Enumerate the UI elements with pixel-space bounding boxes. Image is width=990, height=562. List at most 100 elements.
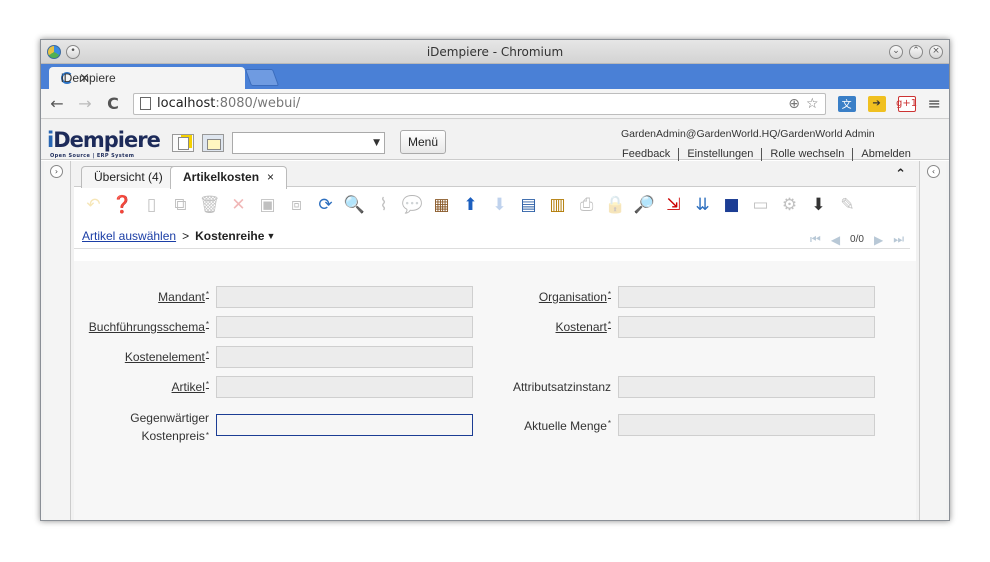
expand-right-icon[interactable]: ‹ [927,165,940,178]
refresh-icon[interactable]: ⟳ [314,194,337,217]
translate-extension-icon[interactable]: 文 [837,95,856,112]
gplus-extension-icon[interactable]: g+1 [896,95,917,112]
customize-icon[interactable]: ✎ [836,194,859,217]
buchfuehrungsschema-field[interactable] [216,316,473,338]
previous-record-icon[interactable]: ◀ [831,233,840,247]
change-role-link[interactable]: Rolle wechseln [762,148,854,161]
kostenpreis-input[interactable] [216,414,473,436]
url-host: localhost [157,96,216,111]
chevron-down-icon[interactable]: ▼ [373,138,380,148]
close-window-icon[interactable]: × [929,44,943,59]
kostenart-field[interactable] [618,316,875,338]
tab-artikelkosten[interactable]: Artikelkosten × [170,166,288,189]
app-header: iDempiere Open Source | ERP System ▼ Men… [41,120,949,161]
artikel-label[interactable]: Artikel* [74,380,209,394]
record-pager: ⏮ ◀ 0/0 ▶ ⏭ [810,232,904,247]
export-icon[interactable]: ⇲ [662,194,685,217]
find-icon[interactable]: 🔍 [343,194,366,217]
address-bar[interactable]: localhost:8080/webui/ ⊕ ☆ [133,92,826,115]
mandant-label[interactable]: Mandant* [74,290,209,304]
back-icon[interactable]: ← [49,94,65,113]
next-record-icon[interactable]: ▶ [874,233,883,247]
browser-tab-title: iDempiere [61,71,116,85]
detail-record-icon[interactable]: ⬇ [488,194,511,217]
window-toolbar: ↶ ❓ ▯ ⧉ 🗑 ✕ ▣ ⧈ ⟳ 🔍 ⌇ 💬 ▦ ⬆ ⬇ ▤ ▥ ⎙ 🔒 🔎 … [74,187,916,223]
delete-selection-icon[interactable]: ✕ [227,194,250,217]
parent-record-icon[interactable]: ⬆ [459,194,482,217]
chat-icon[interactable]: 💬 [401,194,424,217]
app-body: › ‹ Übersicht (4) Artikelkosten × ⌃ ↶ ❓ ▯… [41,161,949,520]
grid-toggle-icon[interactable]: ▦ [430,194,453,217]
record-count: 0/0 [850,234,864,245]
left-panel: › [44,161,71,520]
last-record-icon[interactable]: ⏭ [893,232,904,247]
new-window-icon[interactable] [172,134,194,152]
attributsatzinstanz-field[interactable] [618,376,875,398]
breadcrumb-parent-link[interactable]: Artikel auswählen [82,229,176,243]
detail-form: Mandant* Organisation* Buchführungsschem… [74,261,916,520]
chromium-icon [47,44,61,59]
artikel-field[interactable] [216,376,473,398]
aktuelle-menge-field[interactable] [618,414,875,436]
feedback-link[interactable]: Feedback [622,148,680,161]
undo-icon[interactable]: ↶ [82,194,105,217]
report-icon[interactable]: ■ [720,194,743,217]
logout-link[interactable]: Abmelden [853,148,919,161]
buchfuehrungsschema-label[interactable]: Buchführungsschema* [74,320,209,334]
help-icon[interactable]: ❓ [111,194,134,217]
mandant-field[interactable] [216,286,473,308]
kostenart-label[interactable]: Kostenart* [478,320,612,334]
import-icon[interactable]: ⇊ [691,194,714,217]
window-tabs: Übersicht (4) Artikelkosten × ⌃ [74,161,916,189]
user-info: GardenAdmin@GardenWorld.HQ/GardenWorld A… [621,128,875,140]
zoom-across-icon[interactable]: 🔎 [633,194,656,217]
close-tab-icon[interactable]: × [267,170,274,184]
delete-record-icon[interactable]: 🗑 [198,194,221,217]
new-record-icon[interactable]: ▯ [140,194,163,217]
window-menu-icon[interactable]: • [66,44,80,59]
browser-window: • iDempiere - Chromium ⌄ ⌃ × iDempiere ×… [40,39,950,521]
tab-overview[interactable]: Übersicht (4) [81,166,176,188]
print-icon[interactable]: ⎙ [575,194,598,217]
attributsatzinstanz-label: Attributsatzinstanz [512,380,611,394]
forward-icon[interactable]: → [77,94,93,113]
header-links: Feedback Einstellungen Rolle wechseln Ab… [622,148,919,161]
menu-button[interactable]: Menü [400,130,446,154]
breadcrumb-dropdown-icon[interactable]: ▼ [266,231,275,241]
collapse-up-icon[interactable]: ⌃ [895,167,906,182]
lock-icon[interactable]: 🔒 [604,194,627,217]
file-import-icon[interactable]: ⬇ [807,194,830,217]
save-new-icon[interactable]: ⧈ [285,194,308,217]
organisation-label[interactable]: Organisation* [478,290,611,304]
browser-tab[interactable]: iDempiere × [49,67,245,89]
new-tab-button[interactable] [244,69,280,86]
settings-link[interactable]: Einstellungen [679,148,763,161]
first-record-icon[interactable]: ⏮ [810,232,821,247]
chrome-menu-icon[interactable]: ≡ [928,94,941,113]
product-info-icon[interactable]: ▭ [749,194,772,217]
attachment-icon[interactable]: ⌇ [372,194,395,217]
save-icon[interactable]: ▣ [256,194,279,217]
kostenelement-field[interactable] [216,346,473,368]
aktuelle-menge-label: Aktuelle Menge* [524,419,611,433]
breadcrumb-current[interactable]: Kostenreihe [195,229,264,243]
search-combobox[interactable]: ▼ [232,132,385,154]
reload-icon[interactable]: C [105,94,121,113]
page-icon [140,97,151,110]
kostenelement-label[interactable]: Kostenelement* [74,350,209,364]
browser-tab-strip: iDempiere × [41,64,949,89]
login-extension-icon[interactable]: ➔ [867,95,886,112]
maximize-icon[interactable]: ⌃ [909,44,923,59]
minimize-icon[interactable]: ⌄ [889,44,903,59]
copy-record-icon[interactable]: ⧉ [169,194,192,217]
archive-icon[interactable]: ▥ [546,194,569,217]
bookmark-star-icon[interactable]: ☆ [806,96,819,112]
zoom-icon[interactable]: ⊕ [788,96,800,112]
open-folder-icon[interactable] [202,134,224,152]
history-icon[interactable]: ▤ [517,194,540,217]
process-gear-icon[interactable]: ⚙ [778,194,801,217]
expand-left-icon[interactable]: › [50,165,63,178]
organisation-field[interactable] [618,286,875,308]
window-title: iDempiere - Chromium [426,44,564,59]
idempiere-app: iDempiere Open Source | ERP System ▼ Men… [41,120,949,520]
